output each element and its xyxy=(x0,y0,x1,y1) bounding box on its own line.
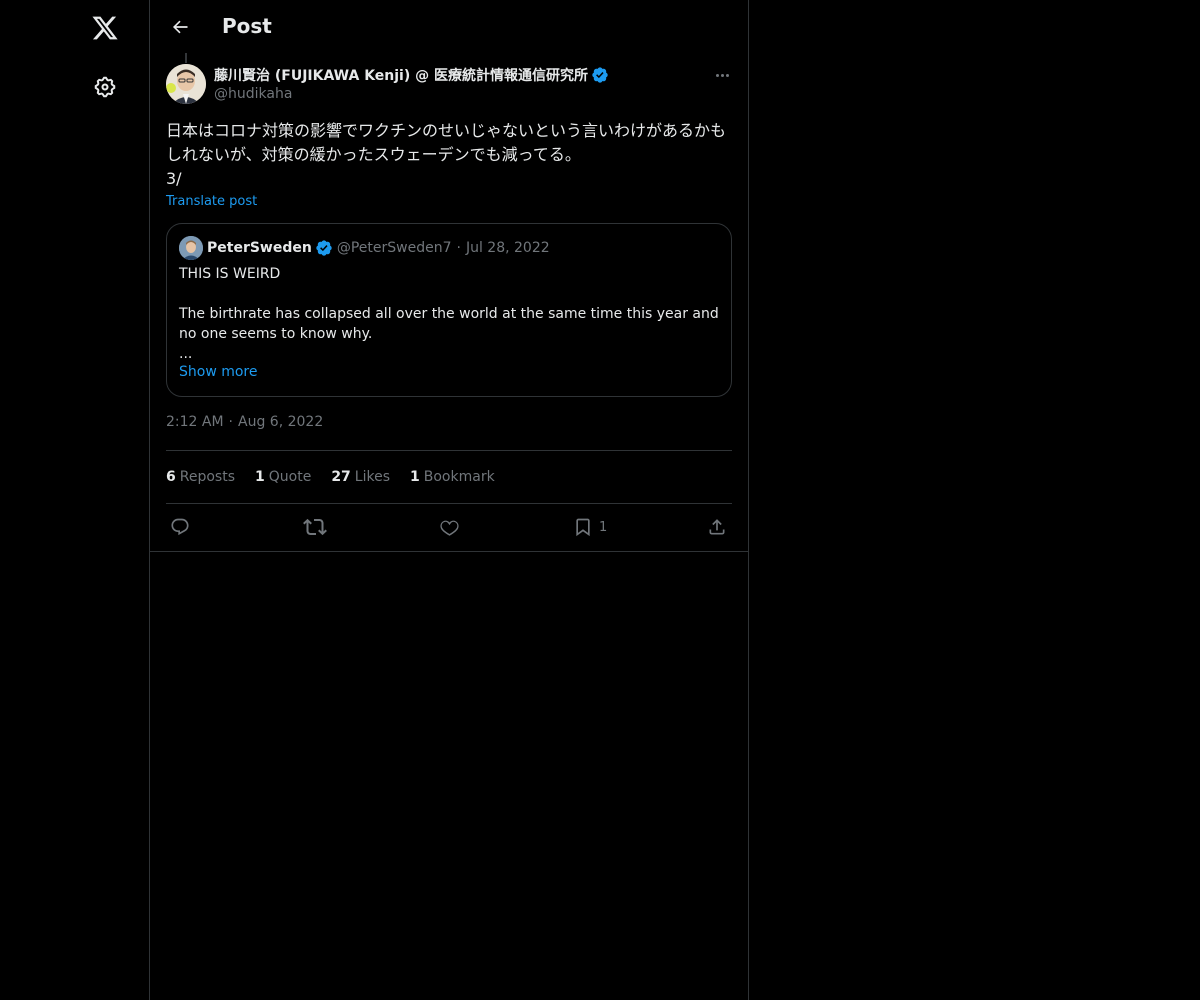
likes-stat[interactable]: 27 Likes xyxy=(331,469,390,485)
divider xyxy=(166,503,732,504)
page-title: Post xyxy=(222,14,272,38)
gear-icon[interactable] xyxy=(81,63,129,111)
post-time: 2:12 AM xyxy=(166,414,224,430)
reply-icon[interactable] xyxy=(170,510,190,544)
quoted-text-line xyxy=(179,284,719,304)
translate-post-link[interactable]: Translate post xyxy=(166,194,257,209)
divider xyxy=(166,450,732,451)
action-bar: 1 xyxy=(166,510,732,544)
engagement-stats: 6 Reposts 1 Quote 27 Likes 1 Bookmark xyxy=(166,467,515,487)
x-logo-icon[interactable] xyxy=(81,4,129,52)
quoted-text-line: THIS IS WEIRD xyxy=(179,266,281,282)
post-date: Aug 6, 2022 xyxy=(238,414,324,430)
quoted-header: PeterSweden @PeterSweden7 · Jul 28, 2022 xyxy=(207,236,550,260)
separator-dot: · xyxy=(228,414,233,430)
quoted-avatar xyxy=(179,236,203,260)
verified-badge-icon xyxy=(591,66,609,84)
reposts-stat[interactable]: 6 Reposts xyxy=(166,469,235,485)
quotes-stat[interactable]: 1 Quote xyxy=(255,469,311,485)
thread-line xyxy=(185,53,187,63)
quoted-author-name: PeterSweden xyxy=(207,240,312,256)
header: Post xyxy=(150,0,748,54)
quoted-post-card[interactable]: PeterSweden @PeterSweden7 · Jul 28, 2022… xyxy=(166,223,732,397)
left-nav xyxy=(0,0,150,1000)
arrow-left-icon[interactable] xyxy=(162,9,198,45)
divider xyxy=(150,551,748,552)
show-more-link[interactable]: Show more xyxy=(179,364,258,380)
quoted-text-line: The birthrate has collapsed all over the… xyxy=(179,306,719,342)
quoted-author-handle: @PeterSweden7 xyxy=(336,240,452,256)
avatar[interactable] xyxy=(166,64,206,104)
post-detail-column: Post 藤川賢治 (FUJIKAWA Kenji) @ 医療統計情報通信研究所… xyxy=(149,0,749,1000)
quoted-date: Jul 28, 2022 xyxy=(465,240,550,256)
author-row: 藤川賢治 (FUJIKAWA Kenji) @ 医療統計情報通信研究所 xyxy=(214,64,609,86)
separator-dot: · xyxy=(456,240,461,256)
repost-icon[interactable] xyxy=(303,510,327,544)
author-handle[interactable]: @hudikaha xyxy=(214,86,292,102)
bookmark-count: 1 xyxy=(599,519,608,535)
heart-icon[interactable] xyxy=(439,510,460,544)
quoted-text: THIS IS WEIRD The birthrate has collapse… xyxy=(179,264,719,364)
quoted-text-line: ... xyxy=(179,346,193,362)
post-text: 日本はコロナ対策の影響でワクチンのせいじゃないという言いわけがあるかもしれないが… xyxy=(166,121,727,188)
bookmarks-stat[interactable]: 1 Bookmark xyxy=(410,469,495,485)
share-icon[interactable] xyxy=(707,510,727,544)
post-timestamp[interactable]: 2:12 AM · Aug 6, 2022 xyxy=(166,414,323,430)
more-options-icon[interactable] xyxy=(708,64,736,86)
author-name[interactable]: 藤川賢治 (FUJIKAWA Kenji) @ 医療統計情報通信研究所 xyxy=(214,65,588,85)
verified-badge-icon xyxy=(315,239,333,257)
bookmark-icon[interactable]: 1 xyxy=(573,510,607,544)
